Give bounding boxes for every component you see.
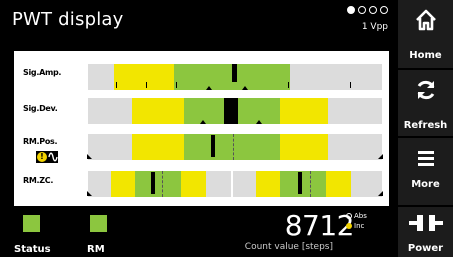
status-button[interactable]: Status [14, 207, 64, 257]
signal-panel: Sig.Amp. Sig.Dev. RM.Pos. ! RM.ZC. [14, 51, 389, 206]
rm-indicator [90, 215, 107, 232]
rm-zc-seg-good [135, 171, 181, 197]
sig-amp-marker [232, 64, 237, 82]
rm-pos-seg-neutral-left [88, 134, 132, 160]
rm-pos-seg-good [184, 134, 280, 160]
sig-dev-seg-neutral-right [328, 98, 382, 124]
row-label-sig-dev: Sig.Dev. [23, 104, 58, 113]
rm-pos-seg-warning-right [280, 134, 328, 160]
rm-zc-seg-good [280, 171, 326, 197]
home-label: Home [409, 50, 442, 61]
side-nav: Home Refresh More Power [398, 0, 453, 257]
power-connector-icon [408, 215, 443, 231]
sig-amp-seg-neutral-right [348, 64, 382, 90]
page-dot-4 [380, 6, 388, 14]
sig-amp-tick [350, 82, 351, 88]
row-label-rm-zc: RM.ZC. [23, 176, 54, 185]
sig-dev-limit-marker [256, 120, 262, 124]
rm-zc-bar [87, 171, 383, 197]
unit-abs-option[interactable]: Abs [346, 212, 367, 220]
signal-level-label: 1 Vpp [361, 22, 388, 32]
status-badge: ! [36, 151, 58, 163]
rm-pos-seg-warning-left [132, 134, 184, 160]
sine-wave-icon [48, 152, 58, 162]
sig-amp-limit-marker [242, 86, 248, 90]
sig-amp-tick [288, 82, 289, 88]
sig-amp-seg-warning-left [114, 64, 174, 90]
unit-inc-option[interactable]: Inc [346, 222, 364, 230]
rm-button[interactable]: RM [82, 207, 122, 257]
home-icon [415, 9, 436, 31]
sig-amp-seg-neutral-left [88, 64, 114, 90]
page-dot-1 [347, 6, 355, 14]
sig-amp-limit-marker [206, 86, 212, 90]
rm-pos-center-line [233, 134, 235, 160]
page-title: PWT display [12, 9, 124, 30]
more-button[interactable]: More [398, 138, 453, 205]
sig-dev-bar [88, 98, 382, 124]
warning-icon: ! [37, 152, 47, 162]
pwt-display-screen: PWT display 1 Vpp Sig.Amp. Sig.Dev. RM.P… [0, 0, 453, 257]
rm-zc-center-line [162, 171, 164, 197]
rm-zc-marker-left [151, 172, 155, 194]
rm-label: RM [87, 244, 105, 255]
count-caption: Count value [steps] [244, 242, 333, 252]
sig-dev-seg-warning-left [132, 98, 184, 124]
unit-abs-radio [346, 213, 352, 219]
rm-zc-corner-marker [378, 191, 383, 196]
sig-dev-seg-warning-right [280, 98, 328, 124]
rm-zc-seg-neutral [206, 171, 231, 197]
rm-zc-seg-warning [181, 171, 206, 197]
sig-amp-bar [88, 64, 382, 90]
menu-icon [417, 151, 434, 166]
page-indicator [347, 6, 388, 14]
refresh-button[interactable]: Refresh [398, 70, 453, 136]
header: PWT display 1 Vpp [0, 0, 398, 42]
rm-pos-corner-marker [378, 154, 383, 159]
rm-pos-seg-neutral-right [328, 134, 382, 160]
rm-zc-seg-neutral [233, 171, 256, 197]
rm-zc-center-line [310, 171, 312, 197]
page-dot-3 [369, 6, 377, 14]
home-button[interactable]: Home [398, 0, 453, 68]
unit-inc-radio [346, 223, 352, 229]
page-dot-2 [358, 6, 366, 14]
sig-dev-seg-neutral-left [88, 98, 132, 124]
sig-dev-marker [224, 98, 238, 124]
unit-abs-label: Abs [354, 212, 367, 220]
rm-zc-seg-warning [256, 171, 280, 197]
unit-inc-label: Inc [354, 222, 365, 230]
rm-zc-seg-warning [111, 171, 135, 197]
rm-pos-marker [211, 135, 215, 157]
more-label: More [411, 179, 440, 190]
status-indicator [23, 215, 40, 232]
rm-zc-marker-right [298, 172, 302, 194]
main-area: PWT display 1 Vpp Sig.Amp. Sig.Dev. RM.P… [0, 0, 398, 257]
footer: Status RM 8712 Abs Inc Count value [step… [0, 207, 398, 257]
sig-amp-seg-neutral-mid [290, 64, 348, 90]
rm-pos-corner-marker [87, 154, 92, 159]
sig-amp-tick [116, 82, 117, 88]
rm-zc-corner-marker [87, 191, 92, 196]
sig-dev-limit-marker [200, 120, 206, 124]
power-button[interactable]: Power [398, 207, 453, 257]
refresh-icon [417, 80, 434, 100]
row-label-rm-pos: RM.Pos. [23, 137, 58, 146]
sig-amp-tick [146, 82, 147, 88]
power-label: Power [407, 243, 444, 254]
count-unit-selector[interactable]: Abs Inc [346, 210, 372, 232]
rm-zc-seg-warning [326, 171, 351, 197]
count-value: 8712 [284, 209, 355, 242]
row-label-sig-amp: Sig.Amp. [23, 68, 62, 77]
sig-amp-tick [176, 82, 177, 88]
status-label: Status [14, 244, 51, 255]
rm-pos-bar [87, 134, 383, 160]
refresh-label: Refresh [403, 120, 448, 131]
